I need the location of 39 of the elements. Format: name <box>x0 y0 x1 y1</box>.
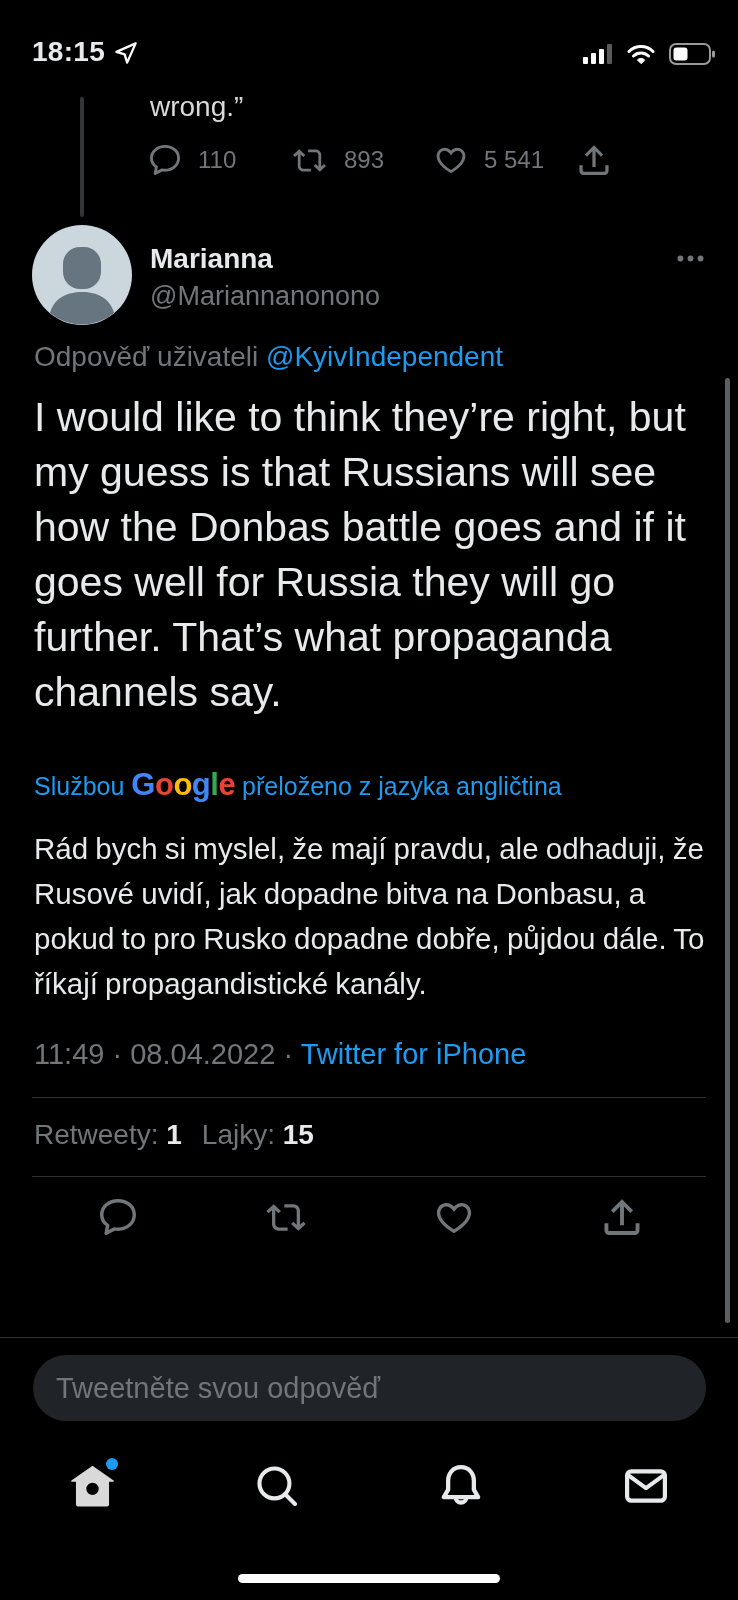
translation-credit[interactable]: Službou Google přeloženo z jazyka angličtina <box>34 767 714 804</box>
translated-text: Rád bych si myslel, že mají pravdu, ale odhaduji, že Rusové uvidí, jak dopadne bitva na Donbasu, a pokud to pro Rusko dopadne dobře, půjdou dále. To říkají propagandistické kanály. <box>34 831 706 1002</box>
share-icon <box>579 145 609 175</box>
wifi-icon <box>627 43 655 65</box>
reply-button[interactable] <box>100 1199 136 1235</box>
speech-bubble-icon <box>150 145 180 175</box>
bell-icon <box>441 1465 482 1507</box>
retweet-button[interactable]: 893 <box>293 142 436 178</box>
speech-bubble-icon <box>100 1199 136 1235</box>
search-icon <box>256 1466 297 1506</box>
default-avatar-icon[interactable] <box>32 225 132 325</box>
source-link[interactable]: Twitter for iPhone <box>300 1038 527 1070</box>
share-icon <box>604 1199 640 1235</box>
battery-icon <box>669 43 715 65</box>
heart-icon <box>436 147 466 173</box>
reply-field[interactable]: Tweetněte svou odpověď <box>33 1355 706 1421</box>
reply-button[interactable]: 110 <box>150 142 293 178</box>
author-name[interactable]: Marianna <box>150 243 677 275</box>
share-button[interactable] <box>604 1199 640 1235</box>
retweet-icon <box>266 1203 306 1231</box>
tweet-text: I would like to think they’re right, but my guess is that Russians will see how the Donbas battle goes and if it goes well for Russia they will go further. That’s what propaganda channels say. <box>34 393 687 717</box>
engagement-stat[interactable]: Lajky: 15 <box>201 1118 314 1152</box>
like-button[interactable] <box>436 1201 472 1233</box>
author-handle[interactable]: @Mariannanonono <box>150 280 677 312</box>
retweet-button[interactable] <box>266 1203 306 1231</box>
reply-context: Odpověď uživateli @KyivIndependent <box>34 340 505 374</box>
like-button[interactable]: 5 541 <box>436 142 579 178</box>
status-time: 18:15 <box>32 35 106 69</box>
mention-link[interactable]: @KyivIndependent <box>266 341 504 372</box>
location-arrow-icon <box>115 42 138 64</box>
signal-icon <box>583 44 613 64</box>
tweet-timestamp: 11:49 · 08.04.2022 · Twitter for iPhone <box>34 1037 528 1072</box>
home-icon <box>70 1465 114 1507</box>
retweet-icon <box>293 148 326 172</box>
more-icon[interactable] <box>677 255 704 262</box>
parent-tweet-text: wrong.” <box>150 91 245 123</box>
heart-icon <box>436 1201 472 1233</box>
envelope-icon <box>624 1468 667 1504</box>
engagement-stat[interactable]: Retweety: 1 <box>34 1118 182 1152</box>
